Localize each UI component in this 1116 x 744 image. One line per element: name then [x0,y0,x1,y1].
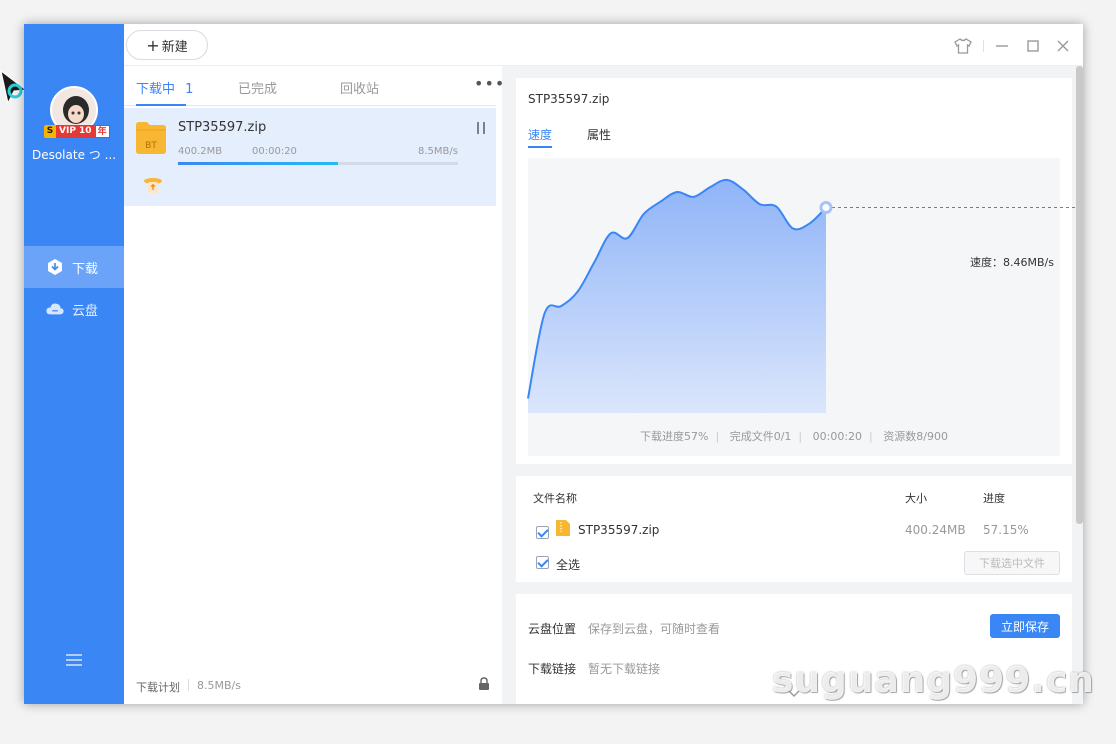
col-progress: 进度 [983,492,1005,505]
accelerate-icon[interactable] [142,174,164,196]
download-item[interactable]: BT STP35597.zip 400.2MB 00:00:20 8.5MB/s [124,108,496,206]
sidebar-item-label: 云盘 [72,303,99,319]
download-selected-button[interactable]: 下载选中文件 [964,551,1060,575]
detail-title: STP35597.zip [528,92,610,106]
save-now-button[interactable]: 立即保存 [990,614,1060,638]
divider [983,40,984,52]
detail-panel: STP35597.zip 速度 属性 下载进度57% | 完成文件0/1 | 0… [502,66,1083,704]
cloud-icon [46,300,64,318]
plus-icon: + [146,35,160,55]
app-window: S VIP 10 年 Desolate つ ... 下载 云盘 + 新建 下载中… [24,24,1083,704]
current-speed-point [819,201,833,215]
lock-icon[interactable] [478,677,490,691]
watermark: suguang999.cn [772,660,1095,701]
menu-icon[interactable] [66,654,82,666]
speed-chart-svg [527,178,1076,413]
download-icon [46,258,64,276]
folder-bt-icon: BT [136,122,166,154]
tab-indicator [136,104,186,106]
minimize-icon[interactable] [992,36,1012,56]
download-progress-bar [178,162,458,165]
vip-s: S [44,125,56,138]
download-link-label: 下载链接 [528,662,577,676]
list-footer: 下载计划 8.5MB/s [124,664,496,704]
stat-resources: 资源数8/900 [883,430,948,443]
select-all-checkbox[interactable] [536,556,549,569]
vip-level: VIP 10 [56,125,95,138]
maximize-icon[interactable] [1023,36,1043,56]
current-speed-label: 速度：8.46MB/s [970,256,1054,269]
file-progress: 57.15% [983,523,1029,537]
tab-downloading[interactable]: 下载中 1 [136,78,193,97]
more-icon[interactable]: ••• [474,74,505,93]
new-task-label: 新建 [161,39,188,55]
skin-icon[interactable] [953,36,973,56]
file-size: 400.24MB [905,523,966,537]
col-name: 文件名称 [533,492,577,505]
tab-recycle-bin[interactable]: 回收站 [340,78,379,97]
divider [188,679,189,691]
download-time: 00:00:20 [252,146,297,157]
top-bar: + 新建 [124,24,1083,66]
download-link-value: 暂无下载链接 [588,662,661,676]
file-name: STP35597.zip [578,523,660,537]
download-progress-fill [178,162,338,165]
chart-stats: 下载进度57% | 完成文件0/1 | 00:00:20 | 资源数8/900 [528,428,1060,444]
download-speed: 8.5MB/s [418,146,458,157]
select-all-label[interactable]: 全选 [556,556,580,573]
vip-badge[interactable]: S VIP 10 年 [44,125,110,138]
files-card: 文件名称 大小 进度 STP35597.zip 400.24MB 57.15% … [516,476,1072,582]
download-plan-link[interactable]: 下载计划 [136,679,180,695]
tab-count: 1 [185,82,194,97]
zip-file-icon [556,520,570,536]
speed-chart: 下载进度57% | 完成文件0/1 | 00:00:20 | 资源数8/900 [527,158,1076,456]
pause-icon[interactable] [476,122,486,134]
cloud-location-label: 云盘位置 [528,622,577,636]
cloud-location-hint: 保存到云盘，可随时查看 [588,622,721,636]
stat-progress: 下载进度57% [640,430,709,443]
tab-speed[interactable]: 速度 [528,126,552,143]
stat-files: 完成文件0/1 [729,430,792,443]
vip-year: 年 [94,125,110,138]
divider: | [798,430,803,443]
sidebar-item-cloud[interactable]: 云盘 [24,288,124,330]
download-tabs: 下载中 1 已完成 回收站 ••• [124,66,504,106]
sidebar-item-label: 下载 [72,261,99,277]
download-size: 400.2MB [178,146,223,157]
file-checkbox[interactable] [536,526,549,539]
speed-card: STP35597.zip 速度 属性 下载进度57% | 完成文件0/1 | 0… [516,78,1076,464]
scrollbar[interactable] [1076,66,1083,524]
username[interactable]: Desolate つ ... [24,146,124,163]
download-filename: STP35597.zip [178,120,267,135]
divider: | [715,430,720,443]
file-badge: BT [145,141,157,151]
sidebar-item-download[interactable]: 下载 [24,246,124,288]
tab-properties[interactable]: 属性 [587,126,611,143]
stat-time: 00:00:20 [812,430,863,443]
tab-completed[interactable]: 已完成 [238,78,277,97]
sidebar: S VIP 10 年 Desolate つ ... 下载 云盘 [24,24,124,704]
new-task-button[interactable]: + 新建 [126,30,208,60]
tab-label: 下载中 [136,82,176,97]
divider: | [869,430,873,443]
close-icon[interactable] [1053,36,1073,56]
footer-speed: 8.5MB/s [197,679,241,692]
col-size: 大小 [905,492,927,505]
detail-tab-indicator [528,146,552,148]
